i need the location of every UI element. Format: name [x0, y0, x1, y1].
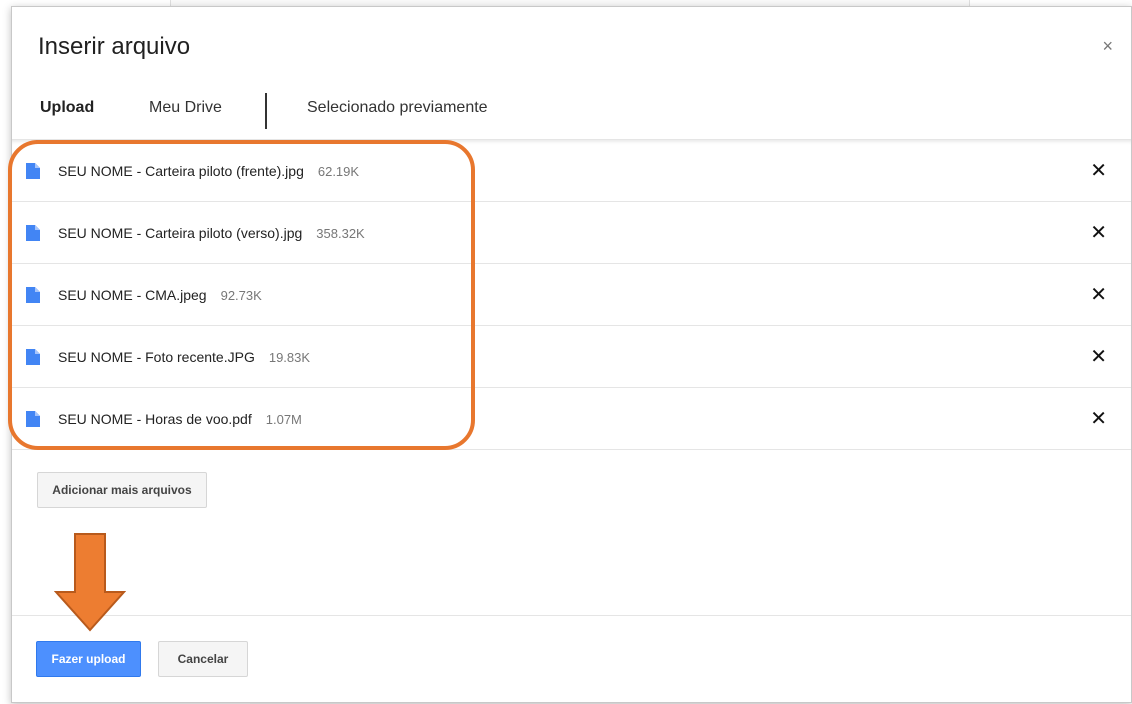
file-icon [26, 163, 40, 179]
file-name: SEU NOME - Carteira piloto (verso).jpg [58, 224, 303, 241]
close-icon[interactable]: × [1102, 37, 1113, 55]
file-row: SEU NOME - Carteira piloto (verso).jpg 35… [12, 202, 1131, 264]
dialog-title: Inserir arquivo [38, 33, 191, 60]
add-more-files-button[interactable]: Adicionar mais arquivos [37, 472, 207, 508]
tab-meu-drive[interactable]: Meu Drive [149, 99, 222, 117]
cancel-button[interactable]: Cancelar [158, 641, 248, 677]
file-size: 358.32K [316, 225, 365, 241]
file-icon [26, 411, 40, 427]
file-size: 1.07M [265, 411, 302, 427]
file-name: SEU NOME - Foto recente.JPG [58, 348, 255, 365]
file-size: 19.83K [268, 349, 311, 365]
remove-file-icon[interactable]: ✕ [1090, 285, 1107, 305]
tab-upload-label: Upload [40, 99, 95, 116]
tab-selecionado-previamente[interactable]: Selecionado previamente [307, 99, 488, 117]
file-name: SEU NOME - Carteira piloto (frente).jpg [58, 162, 304, 179]
file-name: SEU NOME - Horas de voo.pdf [58, 410, 252, 427]
file-list: SEU NOME - Carteira piloto (frente).jpg 6… [12, 139, 1131, 450]
upload-button[interactable]: Fazer upload [36, 641, 141, 677]
remove-file-icon[interactable]: ✕ [1090, 347, 1107, 367]
tab-divider [265, 93, 267, 129]
file-row: SEU NOME - Horas de voo.pdf 1.07M ✕ [12, 388, 1131, 450]
footer-divider [12, 615, 1131, 616]
file-icon [26, 287, 40, 303]
file-row: SEU NOME - Foto recente.JPG 19.83K ✕ [12, 326, 1131, 388]
file-icon [26, 349, 40, 365]
file-row: SEU NOME - CMA.jpeg 92.73K ✕ [12, 264, 1131, 326]
file-size: 92.73K [220, 287, 262, 303]
remove-file-icon[interactable]: ✕ [1090, 223, 1107, 243]
remove-file-icon[interactable]: ✕ [1090, 161, 1107, 181]
remove-file-icon[interactable]: ✕ [1090, 409, 1107, 429]
file-size: 62.19K [317, 163, 360, 179]
tab-bar: Upload Meu Drive Selecionado previamente [36, 93, 738, 142]
insert-file-dialog: Inserir arquivo × Upload Meu Drive Selec… [11, 6, 1132, 703]
file-row: SEU NOME - Carteira piloto (frente).jpg 6… [12, 140, 1131, 202]
tab-upload[interactable]: Upload [36, 99, 102, 142]
file-name: SEU NOME - CMA.jpeg [58, 286, 207, 303]
file-icon [26, 225, 40, 241]
